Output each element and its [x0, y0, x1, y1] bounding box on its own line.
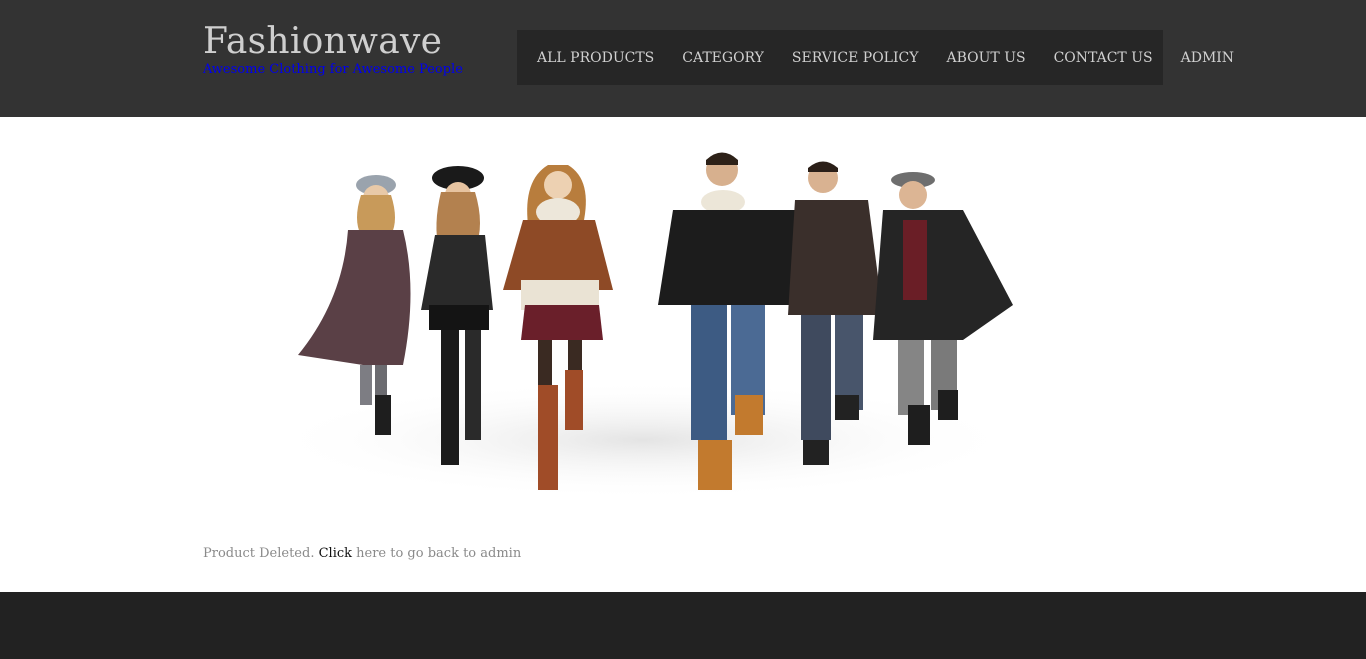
status-text: Product Deleted. — [203, 546, 319, 561]
site-footer — [0, 592, 1366, 659]
nav-item-contact-us[interactable]: CONTACT US — [1044, 50, 1163, 66]
back-to-admin-link[interactable]: Click — [319, 546, 352, 561]
nav-item-service-policy[interactable]: SERVICE POLICY — [782, 50, 929, 66]
site-header: Fashionwave Awesome Clothing for Awesome… — [0, 0, 1366, 117]
nav-item-about-us[interactable]: ABOUT US — [936, 50, 1035, 66]
nav-item-category[interactable]: CATEGORY — [672, 50, 774, 66]
main-nav: ALL PRODUCTS CATEGORY SERVICE POLICY ABO… — [517, 30, 1234, 85]
site-title[interactable]: Fashionwave — [203, 20, 442, 64]
banner-image — [203, 140, 1083, 500]
site-tagline: Awesome Clothing for Awesome People — [203, 62, 463, 77]
models-illustration — [263, 152, 1023, 500]
nav-item-all-products[interactable]: ALL PRODUCTS — [527, 50, 664, 66]
nav-item-admin[interactable]: ADMIN — [1171, 50, 1244, 66]
status-suffix-text: here to go back to admin — [352, 546, 522, 561]
status-message: Product Deleted. Click here to go back t… — [203, 546, 521, 561]
